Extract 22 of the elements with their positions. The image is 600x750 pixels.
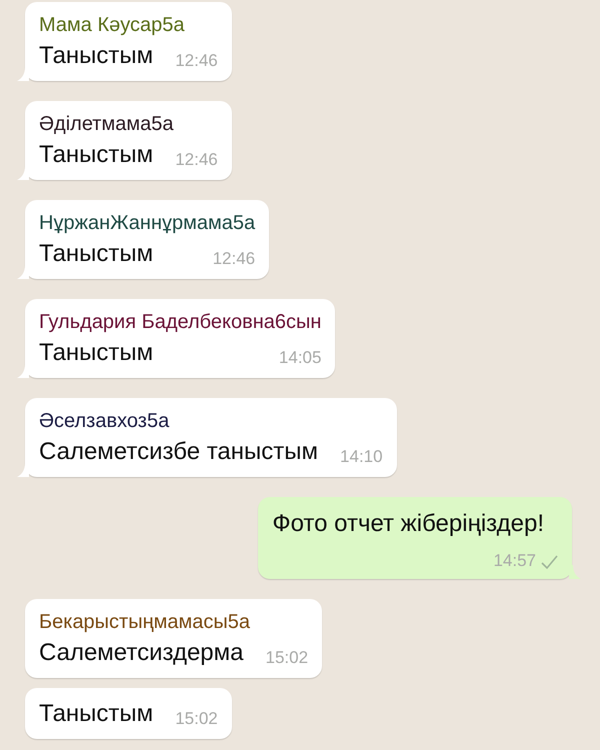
message-time: 12:46 xyxy=(175,51,218,71)
message-text: Таныстым xyxy=(39,699,154,729)
message-time: 12:46 xyxy=(212,249,256,269)
message-time: 14:05 xyxy=(278,348,322,368)
message-time: 15:02 xyxy=(266,648,308,668)
message-text: Таныстым xyxy=(39,338,154,368)
sender-name: Бекарыстыңмамасы5а xyxy=(39,610,250,635)
message-text: Салеметсизбе таныстым xyxy=(39,437,318,467)
message-time: 14:57 xyxy=(493,551,536,571)
message-text: Фото отчет жіберіңіздер! xyxy=(272,509,545,539)
sender-name: Әділетмама5а xyxy=(39,112,174,137)
message-time: 14:10 xyxy=(340,447,383,467)
sender-name: НұржанЖаннұрмама5а xyxy=(39,211,256,236)
message-text: Таныстым xyxy=(39,239,154,269)
sender-name: Әселзавхоз5а xyxy=(39,409,170,434)
sender-name: Мама Кәусар5а xyxy=(39,13,184,38)
message-time: 15:02 xyxy=(175,709,218,729)
message-time: 12:46 xyxy=(175,150,218,170)
message-text: Салеметсиздерма xyxy=(39,638,244,668)
sender-name: Гульдария Баделбековна6сын xyxy=(39,310,322,335)
message-text: Таныстым xyxy=(39,41,154,71)
message-text: Таныстым xyxy=(39,140,154,170)
